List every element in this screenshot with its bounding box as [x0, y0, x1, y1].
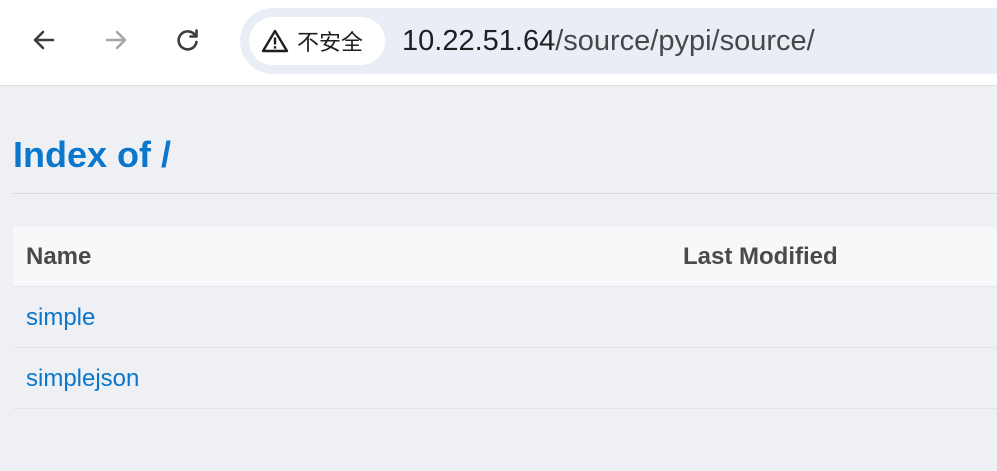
table-header-row: Name Last Modified [13, 227, 997, 287]
back-button[interactable] [24, 20, 64, 60]
warning-triangle-icon [261, 29, 289, 53]
back-arrow-icon [33, 30, 55, 50]
browser-toolbar: 不安全 10.22.51.64/source/pypi/source/ [0, 0, 997, 86]
page-title: Index of / [13, 134, 172, 175]
title-divider [13, 193, 997, 194]
directory-listing-table: Name Last Modified simple simplejson [13, 227, 997, 409]
column-header-last-modified[interactable]: Last Modified [683, 243, 838, 271]
security-label: 不安全 [297, 31, 364, 56]
url-host: 10.22.51.64 [402, 25, 556, 57]
address-bar[interactable]: 不安全 10.22.51.64/source/pypi/source/ [240, 8, 997, 74]
forward-button[interactable] [96, 20, 136, 60]
column-header-name[interactable]: Name [26, 243, 91, 271]
table-row: simplejson [13, 348, 997, 409]
url-path: /source/pypi/source/ [555, 25, 815, 57]
table-row: simple [13, 287, 997, 348]
reload-button[interactable] [168, 20, 208, 60]
url-text[interactable]: 10.22.51.64/source/pypi/source/ [402, 23, 815, 59]
security-indicator[interactable]: 不安全 [249, 17, 385, 65]
file-link-simple[interactable]: simple [26, 304, 95, 332]
file-link-simplejson[interactable]: simplejson [26, 365, 139, 393]
forward-arrow-icon [105, 30, 127, 50]
reload-icon [177, 29, 198, 51]
